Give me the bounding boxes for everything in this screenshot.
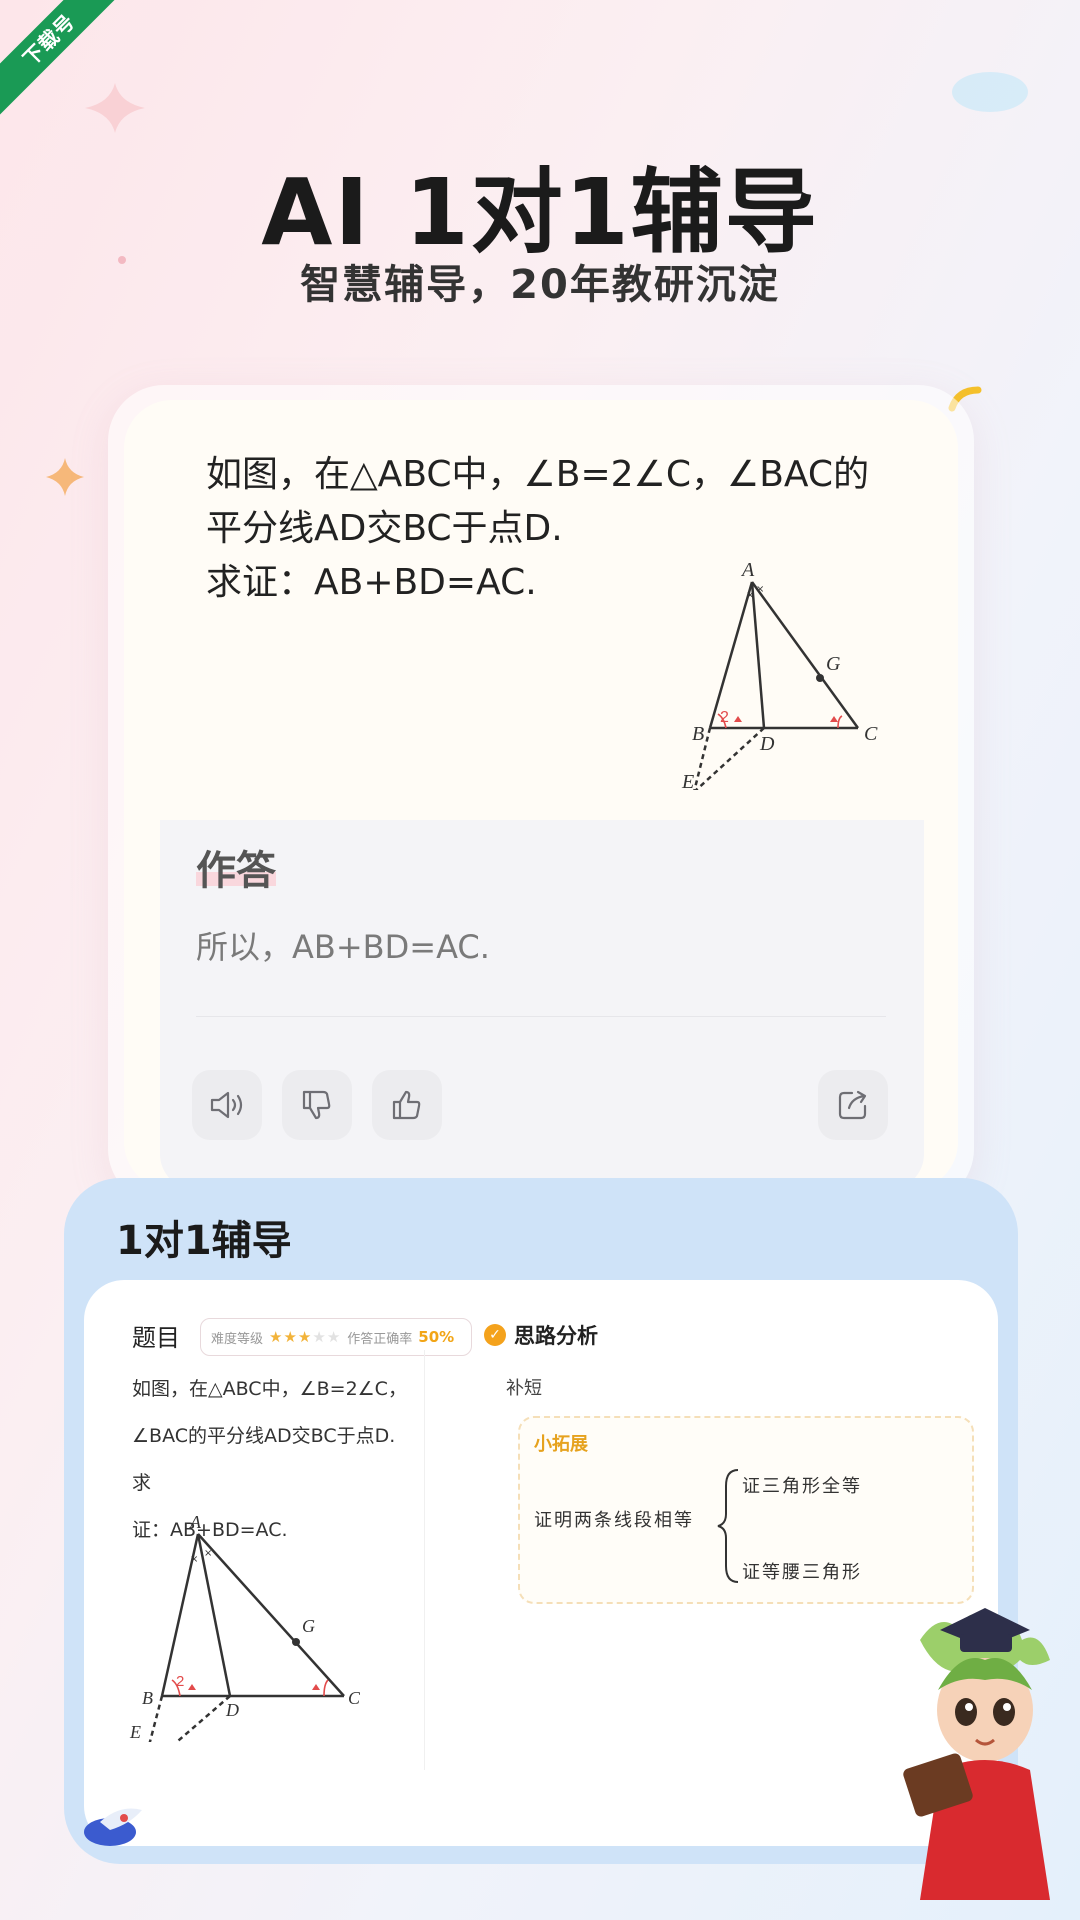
figure-label-g: G — [302, 1616, 315, 1636]
share-icon — [838, 1090, 867, 1120]
like-button[interactable] — [372, 1070, 442, 1140]
answer-divider — [196, 1016, 886, 1017]
figure-label-b: B — [692, 723, 704, 745]
figure-angle-mark — [734, 716, 742, 722]
figure-label-a: A — [740, 559, 755, 581]
star-icon: ★ — [283, 1328, 298, 1346]
figure-angle-mark — [830, 716, 838, 722]
figure-angle-c-arc — [323, 1679, 329, 1697]
figure-angle-c-arc — [837, 715, 843, 729]
tutor-question-line: ∠BAC的平分线AD交BC于点D. 求 — [132, 1425, 396, 1494]
figure-edge-ac — [197, 1533, 345, 1697]
analysis-note: 补短 — [506, 1378, 542, 1399]
tutor-title: 1对1辅导 — [116, 1218, 292, 1264]
thumbs-up-icon — [392, 1090, 421, 1120]
tutor-content: 题目 难度等级 ★★★★★ 作答正确率 50% 如图，在△ABC中，∠B=2∠C… — [84, 1280, 998, 1846]
star-empty-icon: ★ — [312, 1328, 327, 1346]
figure-label-c: C — [348, 1688, 360, 1708]
star-icon: ★ — [297, 1328, 313, 1346]
question-card: 如图，在△ABC中，∠B=2∠C，∠BAC的 平分线AD交BC于点D. 求证：A… — [124, 400, 958, 1190]
figure-label-d: D — [225, 1700, 239, 1720]
answer-text: 所以，AB+BD=AC. — [196, 928, 490, 966]
tutor-panel: 1对1辅导 题目 难度等级 ★★★★★ 作答正确率 50% 如图，在△ABC中，… — [64, 1178, 1018, 1864]
question-line: 平分线AD交BC于点D. — [206, 508, 563, 549]
extension-main: 证明两条线段相等 — [534, 1510, 694, 1531]
figure-edge-ac — [750, 581, 860, 729]
figure-label-a: A — [189, 1512, 202, 1532]
figure-edge-ad — [196, 1533, 232, 1697]
figure-angle-2-label: 2 — [176, 1673, 184, 1690]
difficulty-badge: 难度等级 ★★★★★ 作答正确率 50% — [200, 1318, 472, 1356]
star-empty-icon: ★ — [326, 1328, 342, 1346]
difficulty-label: 难度等级 — [211, 1331, 264, 1347]
figure-label-c: C — [864, 723, 878, 745]
figure-label-g: G — [826, 653, 841, 675]
cloud-decoration-icon — [952, 72, 1028, 112]
question-label: 题目 — [132, 1324, 180, 1352]
difficulty-stars: ★★★★★ — [269, 1328, 341, 1346]
figure-edge-ab — [708, 581, 754, 729]
speaker-icon — [210, 1091, 243, 1119]
thumbs-down-icon — [302, 1090, 331, 1120]
rocket-icon — [84, 1808, 142, 1846]
extension-box: 小拓展 证明两条线段相等 证三角形全等 证等腰三角形 — [518, 1416, 974, 1604]
accuracy-label: 作答正确率 — [347, 1331, 413, 1347]
extension-branch-1: 证三角形全等 — [742, 1476, 862, 1497]
figure-edge-ad — [750, 581, 766, 729]
extension-branch-2: 证等腰三角形 — [742, 1562, 862, 1583]
answer-label: 作答 — [196, 848, 276, 894]
page-subtitle: 智慧辅导，20年教研沉淀 — [300, 262, 780, 308]
tutor-triangle-figure: A B C D E G 2 × × — [129, 1512, 360, 1742]
figure-label-e: E — [681, 771, 694, 790]
star-icon: ★ — [269, 1328, 284, 1346]
dislike-button[interactable] — [282, 1070, 352, 1140]
figure-tick: × — [746, 590, 754, 601]
mascot-character — [903, 1608, 1050, 1900]
analysis-header: ✓ 思路分析 — [484, 1320, 598, 1350]
accuracy-value: 50% — [418, 1328, 455, 1346]
lightbulb-icon: ✓ — [484, 1324, 506, 1346]
figure-label-e: E — [129, 1722, 141, 1742]
brace-icon — [717, 1469, 739, 1583]
star-decoration-icon — [46, 458, 84, 496]
analysis-title: 思路分析 — [514, 1324, 598, 1348]
figure-edge-de — [174, 1695, 231, 1742]
answer-panel: 作答 所以，AB+BD=AC. — [160, 820, 924, 1190]
share-button[interactable] — [818, 1070, 888, 1140]
sparkle-decoration-icon — [85, 83, 145, 133]
figure-label-d: D — [759, 733, 775, 755]
extension-title: 小拓展 — [534, 1434, 588, 1455]
figure-angle-2-label: 2 — [720, 709, 729, 726]
figure-point-g — [816, 674, 824, 682]
figure-point-g — [292, 1638, 300, 1646]
tutor-question-line: 如图，在△ABC中，∠B=2∠C， — [132, 1378, 407, 1400]
figure-label-b: B — [142, 1688, 153, 1708]
speaker-button[interactable] — [192, 1070, 262, 1140]
figure-tick: × — [204, 1548, 212, 1559]
question-line: 如图，在△ABC中，∠B=2∠C，∠BAC的 — [206, 454, 870, 495]
figure-tick: × — [190, 1554, 198, 1565]
figure-tick: × — [756, 584, 764, 595]
figure-angle-mark — [312, 1684, 320, 1690]
column-divider — [424, 1350, 425, 1770]
triangle-figure: A B C D E G 2 × × — [681, 559, 878, 790]
figure-angle-mark — [188, 1684, 196, 1690]
figure-edge-de — [694, 727, 765, 790]
